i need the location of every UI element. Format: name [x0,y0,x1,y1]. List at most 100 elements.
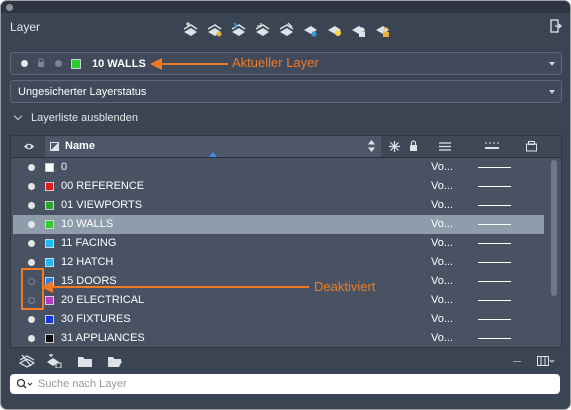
bulb-on-icon[interactable] [28,183,35,190]
lineweight-column-icon[interactable] [485,142,499,151]
chevron-down-icon [549,62,555,66]
layer-name: 12 HATCH [61,256,114,268]
bulb-on-icon[interactable] [28,316,35,323]
layer-linetype[interactable]: Vo... [431,332,453,344]
lock-icon[interactable] [351,22,366,37]
linetype-column-icon[interactable] [439,142,451,151]
current-layer-name: 10 WALLS [92,58,146,70]
layer-properties-icon[interactable] [207,22,222,37]
layer-state-value: Ungesicherter Layerstatus [18,86,147,98]
table-row[interactable]: 12 HATCH Vo... [13,253,544,272]
layer-color-swatch[interactable] [45,258,54,267]
table-header: Name [11,136,561,158]
minus-icon[interactable] [513,361,521,362]
layer-color-swatch[interactable] [45,296,54,305]
layer-name: 10 WALLS [61,218,114,230]
scrollbar-thumb[interactable] [551,160,557,296]
chevron-down-icon [549,90,555,94]
lock-column-icon[interactable] [409,140,418,152]
layer-lineweight[interactable] [478,262,511,263]
current-layer-color-swatch [71,59,81,69]
pin-panel-icon[interactable] [550,19,562,33]
table-row[interactable]: 10 WALLS Vo... [13,215,544,234]
layer-color-swatch[interactable] [45,315,54,324]
layer-name: 11 FACING [61,237,117,249]
layer-name: 0 [61,161,68,173]
name-column-label: Name [65,140,95,152]
callout-deactivated: Deaktiviert [314,279,376,294]
bulb-on-icon[interactable] [28,335,35,342]
layer-lineweight[interactable] [478,186,511,187]
layer-previous-icon[interactable] [255,22,270,37]
on-off-icon[interactable] [327,22,342,37]
layer-color-swatch[interactable] [45,220,54,229]
layer-color-swatch[interactable] [45,334,54,343]
search-field[interactable]: Suche nach Layer [10,374,560,394]
table-row[interactable]: 11 FACING Vo... [13,234,544,253]
new-layer-icon[interactable] [183,22,198,37]
layer-state-dropdown[interactable]: Ungesicherter Layerstatus [10,80,562,103]
layer-color-swatch[interactable] [45,182,54,191]
sort-icon[interactable] [368,140,375,152]
layer-linetype[interactable]: Vo... [431,199,453,211]
freeze-column-icon[interactable] [389,141,400,152]
layer-name: 20 ELECTRICAL [61,294,145,306]
table-row[interactable]: 00 REFERENCE Vo... [13,177,544,196]
plot-column-icon[interactable] [526,141,537,152]
collapse-layer-list-label: Layerliste ausblenden [31,112,139,124]
callout-current-layer: Aktueller Layer [232,55,319,70]
callout-arrow-current [150,58,228,70]
new-layer-frozen-icon[interactable] [46,354,62,368]
layer-linetype[interactable]: Vo... [431,180,453,192]
layer-linetype[interactable]: Vo... [431,313,453,325]
layer-linetype[interactable]: Vo... [431,275,453,287]
layer-lineweight[interactable] [478,205,511,206]
table-row[interactable]: 31 APPLIANCES Vo... [13,329,544,348]
bulb-on-icon[interactable] [28,259,35,266]
callout-arrow-deactivated [41,281,309,293]
unlock-icon[interactable] [375,22,390,37]
visibility-icon[interactable] [23,142,35,151]
freeze-small-icon [55,60,62,67]
table-row[interactable]: 0 Vo... [13,158,544,177]
layer-lineweight[interactable] [478,281,511,282]
panel-title: Layer [10,20,41,34]
layer-linetype[interactable]: Vo... [431,237,453,249]
layer-lineweight[interactable] [478,224,511,225]
search-placeholder: Suche nach Layer [38,378,127,390]
table-row[interactable]: 01 VIEWPORTS Vo... [13,196,544,215]
bulb-on-icon[interactable] [28,164,35,171]
resize-marker-icon [209,152,217,157]
layer-color-swatch[interactable] [45,239,54,248]
layer-status-icon [50,142,59,151]
layer-table: Name 0 Vo... 00 REFERENCE Vo... 01 VIEWPORTS… [10,135,562,348]
folder-open-icon[interactable] [107,354,123,368]
layer-lineweight[interactable] [478,300,511,301]
folder-icon[interactable] [77,354,93,368]
layer-color-swatch[interactable] [45,201,54,210]
freeze-icon[interactable] [303,22,318,37]
layer-linetype[interactable]: Vo... [431,161,453,173]
columns-menu-icon[interactable] [537,356,555,366]
layer-name: 30 FIXTURES [61,313,131,325]
make-current-icon[interactable] [279,22,294,37]
layer-lineweight[interactable] [478,167,511,168]
layer-linetype[interactable]: Vo... [431,294,453,306]
collapse-layer-list-toggle[interactable]: Layerliste ausblenden [13,111,139,124]
bulb-on-icon[interactable] [28,202,35,209]
layer-linetype[interactable]: Vo... [431,218,453,230]
table-row[interactable]: 30 FIXTURES Vo... [13,310,544,329]
layer-lineweight[interactable] [478,338,511,339]
layer-color-swatch[interactable] [45,163,54,172]
new-layer-icon[interactable] [19,354,35,368]
bulb-on-icon[interactable] [28,240,35,247]
layer-lineweight[interactable] [478,319,511,320]
layer-name: 01 VIEWPORTS [61,199,143,211]
search-icon [16,378,33,389]
layer-lineweight[interactable] [478,243,511,244]
window-dot-icon[interactable] [6,4,13,11]
lock-small-icon [38,58,44,67]
layer-linetype[interactable]: Vo... [431,256,453,268]
bulb-on-icon[interactable] [28,221,35,228]
layer-match-icon[interactable] [231,22,246,37]
